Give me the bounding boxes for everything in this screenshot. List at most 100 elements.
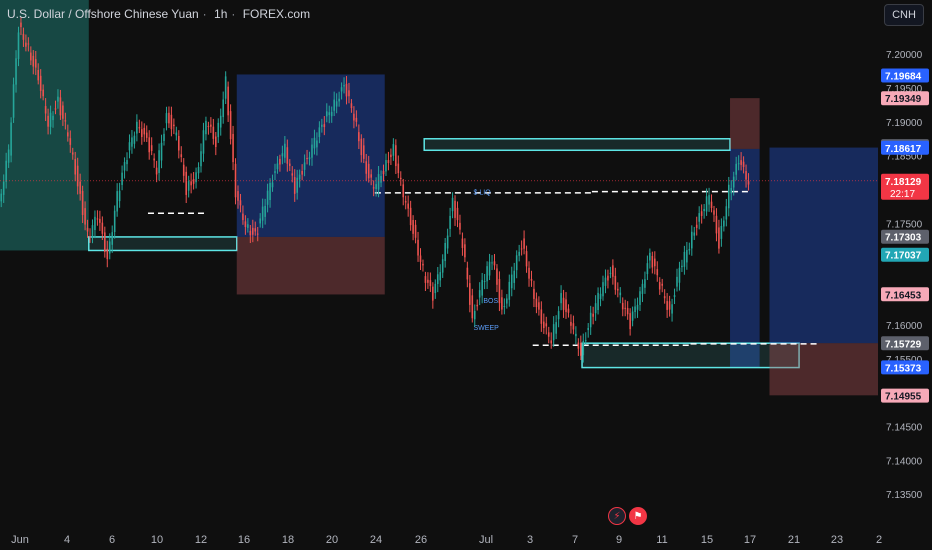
candle-body <box>683 251 686 267</box>
candle-body <box>308 157 311 160</box>
zone-red <box>236 236 385 295</box>
candle-body <box>215 136 217 147</box>
x-tick-label: 17 <box>744 534 756 546</box>
candle-body <box>187 181 190 191</box>
candle-body <box>444 242 446 261</box>
candle-body <box>392 144 395 156</box>
candle-body <box>654 258 656 267</box>
candle-body <box>380 176 382 183</box>
price-tag-label: 7.14955 <box>885 392 922 403</box>
candle-body <box>256 233 259 235</box>
candle-body <box>375 184 377 189</box>
candle-body <box>101 222 104 234</box>
candle-body <box>651 255 654 268</box>
candle-body <box>54 108 57 110</box>
price-tag-label: 7.18617 <box>885 144 922 155</box>
candle-body <box>695 224 698 228</box>
candle-body <box>271 182 274 188</box>
candle-body <box>461 238 464 248</box>
candle-body <box>577 342 580 349</box>
price-chart[interactable]: $ LIQBOSSWEEP7.200007.195007.190007.1850… <box>0 0 932 550</box>
candle-body <box>323 124 326 128</box>
candle-body <box>441 259 444 273</box>
candle-body <box>370 174 372 178</box>
candle-body <box>491 262 493 264</box>
candle-body <box>111 232 114 245</box>
candle-body <box>718 227 720 249</box>
candle-body <box>570 321 572 326</box>
annotation-label: SWEEP <box>474 325 500 332</box>
candle-body <box>173 124 175 127</box>
candle-body <box>478 290 481 298</box>
candle-body <box>330 111 333 117</box>
x-tick-label: Jun <box>11 534 29 546</box>
candle-body <box>261 206 264 221</box>
candle-body <box>266 190 269 205</box>
candle-body <box>145 132 148 138</box>
candle-body <box>471 295 474 319</box>
candle-body <box>658 282 661 290</box>
y-tick-label: 7.13500 <box>886 490 923 501</box>
annotation-label: BOS <box>483 298 498 305</box>
candle-body <box>160 142 163 161</box>
candle-body <box>192 179 195 184</box>
candle-body <box>666 301 668 310</box>
interval-label[interactable]: 1h <box>214 7 227 21</box>
x-tick-label: 16 <box>238 534 250 546</box>
candle-body <box>626 308 629 315</box>
y-tick-label: 7.20000 <box>886 50 923 61</box>
candle-body <box>390 154 392 158</box>
candle-body <box>180 154 183 158</box>
candle-body <box>636 304 639 310</box>
candle-body <box>476 304 479 307</box>
candle-body <box>708 195 710 205</box>
candle-body <box>138 127 141 129</box>
candle-body <box>212 126 215 139</box>
candle-body <box>377 174 380 190</box>
candle-body <box>185 171 188 195</box>
candle-body <box>116 191 118 212</box>
candle-body <box>742 161 745 167</box>
candle-body <box>464 244 466 258</box>
candle-body <box>251 227 254 235</box>
flag-icon[interactable]: ⚑ <box>629 507 647 525</box>
candle-body <box>533 288 535 299</box>
candle-body <box>631 311 634 321</box>
candle-body <box>279 158 281 165</box>
candle-body <box>634 306 636 313</box>
candle-body <box>343 85 345 87</box>
candle-body <box>688 249 691 251</box>
candle-body <box>242 213 244 221</box>
candle-body <box>525 251 528 267</box>
candle-body <box>552 324 555 341</box>
candle-body <box>547 332 550 337</box>
candle-body <box>481 279 483 296</box>
candle-body <box>641 283 644 294</box>
candle-body <box>681 265 683 268</box>
candle-body <box>254 228 257 232</box>
x-tick-label: 6 <box>109 534 115 546</box>
candle-body <box>609 272 612 274</box>
candle-body <box>397 163 400 174</box>
lightning-icon[interactable]: ⚡ <box>608 507 626 525</box>
candle-body <box>259 218 261 224</box>
candle-body <box>486 266 488 282</box>
candle-body <box>629 313 631 330</box>
candle-body <box>325 111 328 117</box>
candle-body <box>372 187 375 189</box>
candle-body <box>488 261 491 276</box>
price-tag-label: 7.17303 <box>885 233 922 244</box>
candle-body <box>503 306 506 308</box>
currency-button[interactable]: CNH <box>884 4 924 26</box>
candle-body <box>118 190 121 202</box>
candle-body <box>545 323 548 327</box>
candle-body <box>269 182 271 201</box>
exchange-label: FOREX.com <box>242 7 311 21</box>
candle-body <box>530 278 533 281</box>
candle-body <box>306 158 308 160</box>
x-tick-label: 15 <box>701 534 713 546</box>
candle-body <box>419 255 422 262</box>
candle-body <box>543 321 545 329</box>
x-tick-label: 7 <box>572 534 578 546</box>
candle-body <box>427 279 429 283</box>
